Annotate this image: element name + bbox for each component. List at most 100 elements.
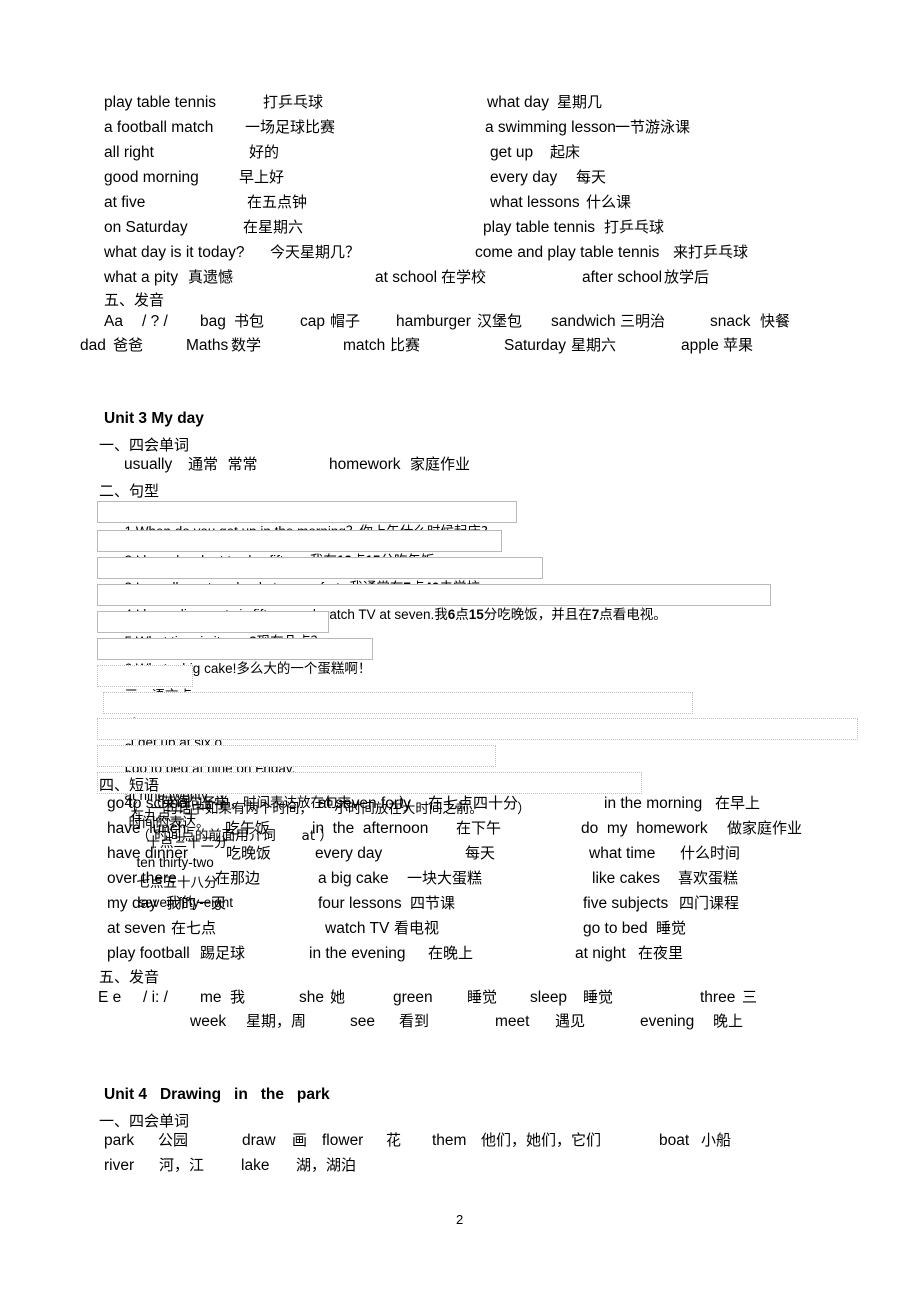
word-cn: 河，江 bbox=[159, 1156, 205, 1174]
word-en: flower bbox=[322, 1132, 364, 1149]
sentence-pattern-box: 5.What time is it now?现在几点？ bbox=[97, 611, 329, 650]
pron-word-cn: 她 bbox=[330, 988, 346, 1006]
phrase-cn: 在那边 bbox=[215, 869, 261, 887]
pron-word-cn: 汉堡包 bbox=[477, 312, 523, 330]
sentence-pattern-box: 1.When do you get up in the morning？你上午什… bbox=[97, 501, 517, 540]
unit3-title: Unit 3 My day bbox=[104, 410, 204, 427]
sentence-cn: 我 bbox=[434, 607, 448, 623]
phrase-en: in the evening bbox=[309, 945, 406, 962]
phrase-cn: 一块大蛋糕 bbox=[407, 869, 483, 887]
unit3-phrase-grid: go to school 上学 at seven forty 在七点四十分 in… bbox=[0, 0, 920, 962]
pron-word-cn: 书包 bbox=[234, 312, 265, 330]
pron-word-en: dad bbox=[80, 337, 106, 354]
phrase-en: have dinner bbox=[107, 845, 189, 862]
word-en: homework bbox=[329, 456, 401, 473]
pron-word-en: Maths bbox=[186, 337, 229, 354]
unit2-pronunciation-heading: 五、发音 bbox=[104, 291, 165, 309]
pron-word-en: sleep bbox=[530, 989, 568, 1006]
pron-letter: Aa bbox=[104, 313, 123, 330]
phrase-cn: 我的一天 bbox=[166, 894, 227, 912]
phrase-en: every day bbox=[315, 845, 383, 862]
pron-word-cn: 数学 bbox=[231, 336, 262, 354]
word-en: usually bbox=[124, 456, 173, 473]
phrase-en: a big cake bbox=[318, 870, 389, 887]
sentence-cn2: 点 bbox=[455, 607, 469, 623]
phrase-en: after school bbox=[582, 269, 663, 286]
phrase-cn: 在晚上 bbox=[428, 944, 474, 962]
phrase-cn: 什么时间 bbox=[680, 844, 741, 862]
phrase-en: what lessons bbox=[490, 194, 580, 211]
sentence-cn: 多么大的一个蛋糕啊！ bbox=[236, 661, 372, 677]
word-cn: 湖，湖泊 bbox=[296, 1156, 357, 1174]
phrase-cn: 睡觉 bbox=[656, 919, 687, 937]
phrase-en: my day bbox=[107, 895, 157, 912]
phrase-cn: 真遗憾 bbox=[188, 268, 234, 286]
sentence-pattern-box: 6.What a big cake!多么大的一个蛋糕啊！ bbox=[97, 638, 373, 677]
pron-letter: E e bbox=[98, 989, 122, 1006]
unit3-section3-heading-box: 三．语言点。 bbox=[97, 665, 206, 704]
pron-word-cn: 我 bbox=[230, 988, 246, 1006]
pron-word-en: meet bbox=[495, 1013, 530, 1030]
pron-word-cn: 三 bbox=[742, 988, 758, 1006]
pron-word-en: sandwich bbox=[551, 313, 616, 330]
pron-word-cn: 星期，周 bbox=[246, 1012, 307, 1030]
word-en: park bbox=[104, 1132, 135, 1149]
phrase-cn: 在下午 bbox=[456, 819, 502, 837]
phrase-en: at school bbox=[375, 269, 438, 286]
phrase-cn: 吃午饭 bbox=[225, 819, 271, 837]
word-en: draw bbox=[242, 1132, 276, 1149]
sentence-pattern-box: 3.I usually go to school at seven forty.… bbox=[97, 557, 543, 596]
sentence-pattern-box: 4.I have dinner at six fifteen and watch… bbox=[97, 584, 771, 623]
sentence-number-value: 15 bbox=[468, 607, 484, 622]
grammar-point-box: 3. at nine twenty 在九点二十 （ 时间点的前面用介词 at ） bbox=[97, 745, 496, 844]
phrase-cn: 四门课程 bbox=[679, 894, 740, 912]
phrase-cn: 今天星期几？ bbox=[270, 243, 361, 261]
grammar-point-box: 4. 时间的表达。 十点三十二分 ten thirty-two 七点五十八分 s… bbox=[97, 772, 642, 910]
phrase-en: in the morning bbox=[604, 795, 703, 812]
unit4-title: Unit 4 Drawing in the park bbox=[104, 1086, 330, 1103]
phrase-en: do my homework bbox=[581, 820, 708, 837]
word-cn: 通常 常常 bbox=[188, 455, 258, 473]
pron-word-en: green bbox=[393, 989, 433, 1006]
phrase-cn: 四节课 bbox=[410, 894, 456, 912]
phrase-cn: 在夜里 bbox=[638, 944, 684, 962]
phrase-en: at seven forty bbox=[318, 795, 412, 812]
pron-word-en: bag bbox=[200, 313, 226, 330]
phrase-cn: 在学校 bbox=[441, 268, 487, 286]
sentence-cn4: 点看电视。 bbox=[599, 607, 667, 623]
document-page: play table tennis 打乒乓球 a football match … bbox=[0, 0, 920, 1303]
pron-word-cn: 遇见 bbox=[555, 1012, 586, 1030]
phrase-en: five subjects bbox=[583, 895, 669, 912]
phrase-cn: 上学 bbox=[199, 794, 230, 812]
phrase-en: come and play table tennis bbox=[475, 244, 660, 261]
pron-word-cn: 看到 bbox=[399, 1012, 430, 1030]
pron-word-en: match bbox=[343, 337, 386, 354]
pron-word-en: evening bbox=[640, 1013, 695, 1030]
unit4-section1-heading: 一、四会单词 bbox=[99, 1112, 190, 1130]
phrase-en: go to school bbox=[107, 795, 191, 812]
phrase-cn: 来打乒乓球 bbox=[673, 243, 749, 261]
phrase-cn: 看电视 bbox=[394, 919, 440, 937]
phrase-en: at night bbox=[575, 945, 626, 962]
pron-word-en: she bbox=[299, 989, 324, 1006]
word-cn: 家庭作业 bbox=[410, 455, 471, 473]
pron-word-en: see bbox=[350, 1013, 375, 1030]
phrase-cn: 打乒乓球 bbox=[604, 218, 665, 236]
phrase-en: go to bed bbox=[583, 920, 648, 937]
word-cn: 他们，她们，它们 bbox=[481, 1131, 602, 1149]
phrase-cn: 吃晚饭 bbox=[226, 844, 272, 862]
word-cn: 花 bbox=[386, 1131, 402, 1149]
phrase-cn: 做家庭作业 bbox=[727, 819, 803, 837]
unit3-section5-heading: 五、发音 bbox=[99, 968, 160, 986]
pron-word-cn: 三明治 bbox=[620, 312, 666, 330]
word-en: them bbox=[432, 1132, 467, 1149]
pron-word-en: three bbox=[700, 989, 736, 1006]
word-cn: 小船 bbox=[701, 1131, 732, 1149]
pron-word-cn: 睡觉 bbox=[467, 988, 498, 1006]
phrase-en: like cakes bbox=[592, 870, 661, 887]
pron-word-cn: 星期六 bbox=[571, 336, 617, 354]
phrase-en: on Saturday bbox=[104, 219, 188, 236]
pron-word-cn: 帽子 bbox=[330, 312, 361, 330]
grammar-point-box: 1. I get up at six o clock 我六点起床。 （英语句子中… bbox=[103, 692, 693, 811]
word-en: boat bbox=[659, 1132, 690, 1149]
